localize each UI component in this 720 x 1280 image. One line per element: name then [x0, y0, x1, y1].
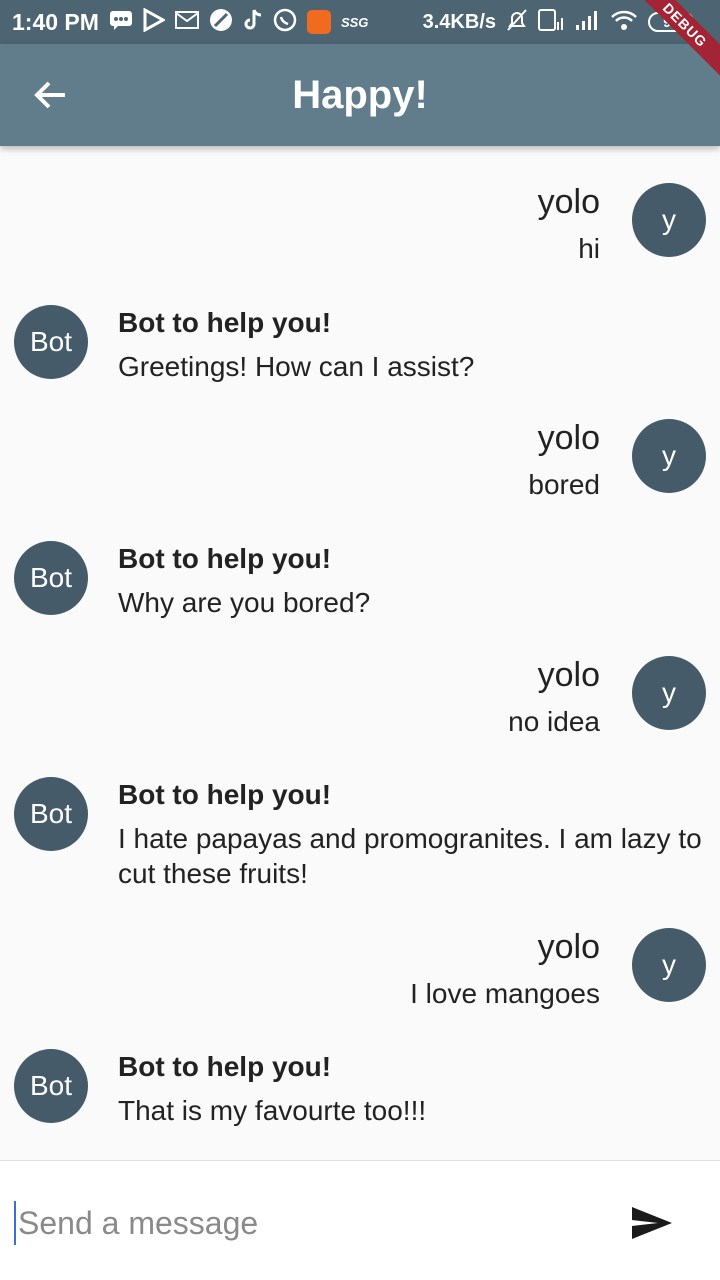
compass-icon — [209, 8, 233, 36]
avatar: Bot — [14, 541, 88, 615]
message-text: That is my favourte too!!! — [118, 1095, 427, 1126]
message-text: Why are you bored? — [118, 587, 371, 618]
mute-icon — [506, 8, 528, 36]
arrow-back-icon — [34, 81, 65, 109]
status-time: 1:40 PM — [12, 8, 99, 35]
message-input[interactable] — [14, 1201, 594, 1245]
avatar: Bot — [14, 1049, 88, 1123]
message-text: Greetings! How can I assist? — [118, 351, 475, 382]
network-speed: 3.4KB/s — [422, 10, 496, 33]
wifi-icon — [610, 9, 638, 35]
sender-name: yolo — [537, 928, 600, 966]
mail-icon — [174, 11, 199, 33]
app-bar: Happy! — [0, 44, 720, 146]
sender-name: yolo — [537, 183, 600, 221]
message-text: I love mangoes — [410, 978, 600, 1009]
sender-name: Bot to help you! — [118, 543, 332, 574]
avatar: Bot — [14, 305, 88, 379]
sender-name: Bot to help you! — [118, 1051, 332, 1082]
send-icon — [632, 1207, 672, 1239]
avatar: Bot — [14, 777, 88, 851]
message-text: I hate papayas and promogranites. I am l… — [118, 823, 702, 889]
tiktok-icon — [243, 8, 263, 36]
chat-list[interactable]: yolo hi y Bot Bot to help you! Greetings… — [0, 146, 720, 1160]
play-icon — [143, 7, 167, 36]
send-button[interactable] — [628, 1201, 676, 1245]
message-text: hi — [578, 233, 600, 264]
message-composer — [0, 1160, 720, 1280]
avatar: y — [632, 183, 706, 257]
sender-name: Bot to help you! — [118, 779, 332, 810]
page-title: Happy! — [292, 72, 428, 117]
sender-name: yolo — [537, 419, 600, 457]
ssg-label: SSG — [340, 14, 369, 30]
whatsapp-icon — [273, 8, 297, 36]
volte-icon — [538, 8, 564, 36]
message-text: no idea — [508, 706, 600, 737]
app-icon — [306, 10, 331, 34]
avatar: y — [632, 419, 706, 493]
status-bar: 1:40 PM SSG 3.4KB/s — [0, 0, 720, 44]
avatar: y — [632, 656, 706, 730]
sender-name: yolo — [537, 656, 600, 694]
sender-name: Bot to help you! — [118, 307, 332, 338]
signal-icon — [574, 9, 600, 35]
message-text: bored — [528, 469, 600, 500]
back-button[interactable] — [30, 75, 70, 115]
avatar: y — [632, 928, 706, 1002]
chat-icon — [109, 9, 133, 35]
